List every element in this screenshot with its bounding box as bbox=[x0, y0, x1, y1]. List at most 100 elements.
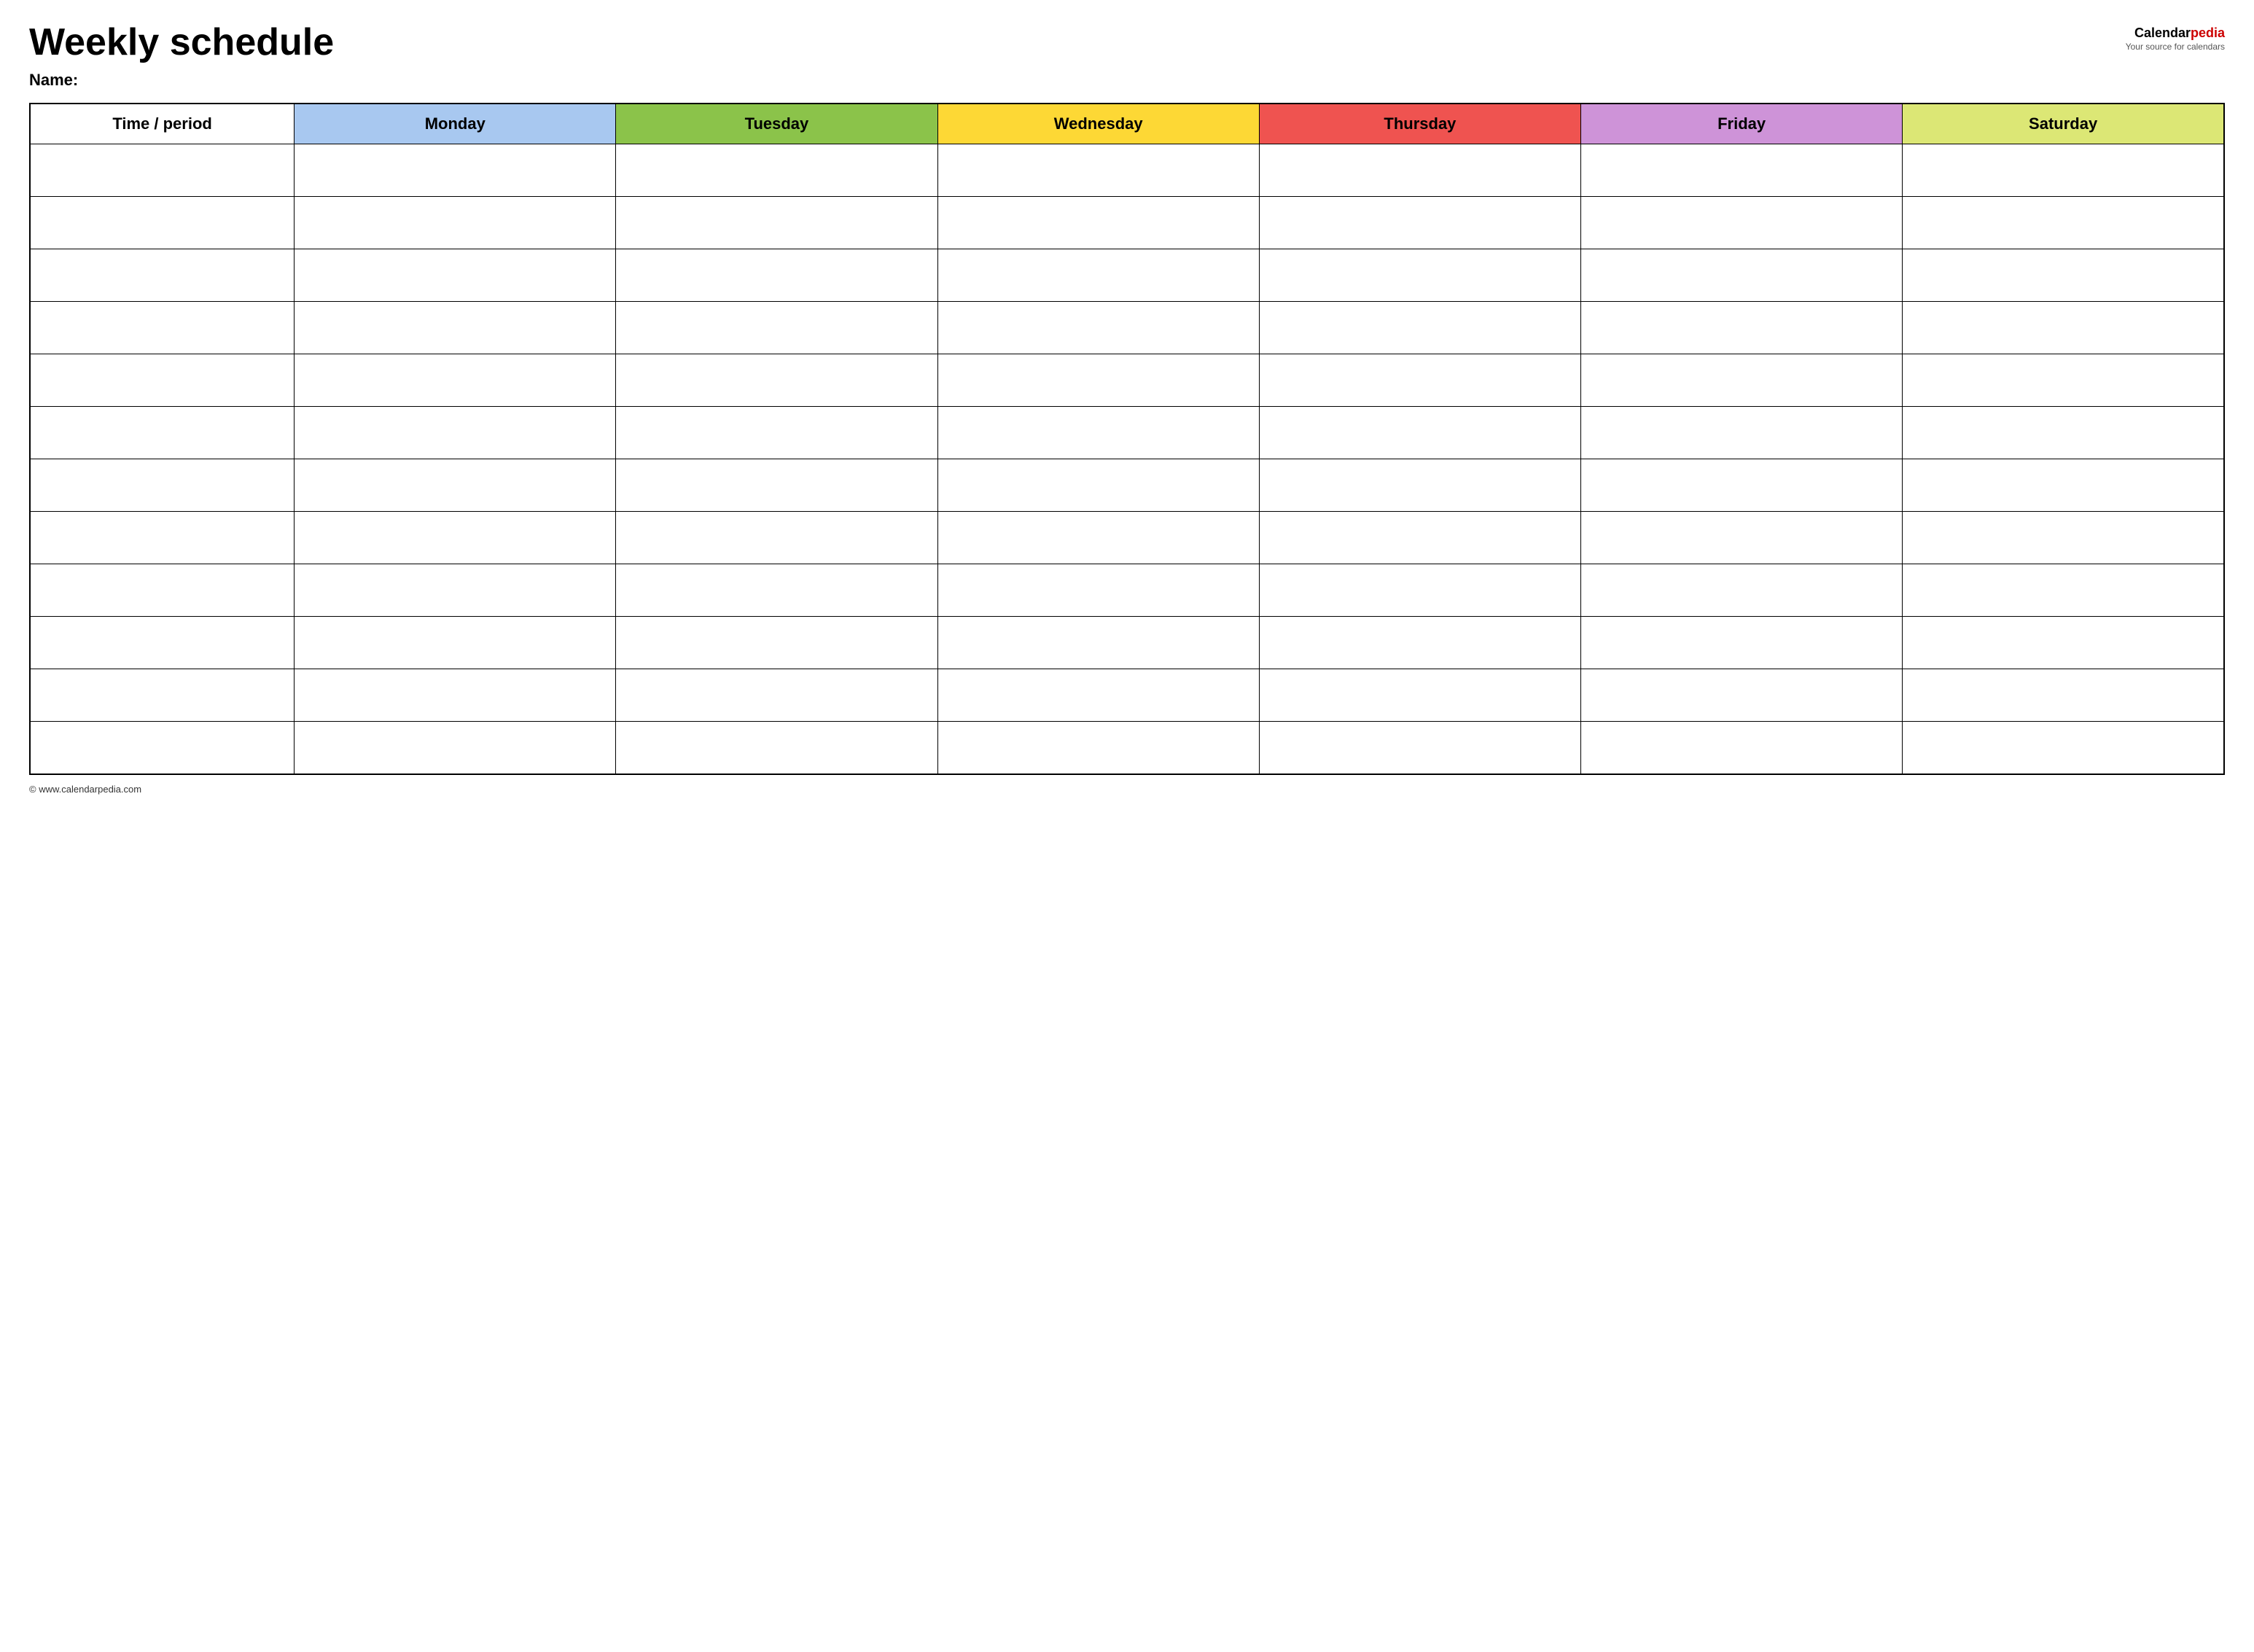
data-cell[interactable] bbox=[937, 722, 1259, 774]
data-cell[interactable] bbox=[1259, 617, 1580, 669]
data-cell[interactable] bbox=[937, 302, 1259, 354]
data-cell[interactable] bbox=[295, 512, 616, 564]
data-cell[interactable] bbox=[1259, 564, 1580, 617]
table-row bbox=[30, 564, 2224, 617]
data-cell[interactable] bbox=[937, 354, 1259, 407]
data-cell[interactable] bbox=[937, 197, 1259, 249]
table-row bbox=[30, 722, 2224, 774]
data-cell[interactable] bbox=[616, 564, 937, 617]
time-cell[interactable] bbox=[30, 459, 295, 512]
time-cell[interactable] bbox=[30, 197, 295, 249]
data-cell[interactable] bbox=[295, 197, 616, 249]
data-cell[interactable] bbox=[937, 617, 1259, 669]
data-cell[interactable] bbox=[1581, 564, 1903, 617]
logo-pedia-part: pedia bbox=[2191, 26, 2225, 40]
data-cell[interactable] bbox=[616, 249, 937, 302]
data-cell[interactable] bbox=[937, 144, 1259, 197]
time-cell[interactable] bbox=[30, 564, 295, 617]
data-cell[interactable] bbox=[1581, 249, 1903, 302]
data-cell[interactable] bbox=[1903, 669, 2224, 722]
time-cell[interactable] bbox=[30, 669, 295, 722]
data-cell[interactable] bbox=[1581, 407, 1903, 459]
page-title: Weekly schedule bbox=[29, 22, 334, 63]
data-cell[interactable] bbox=[1581, 302, 1903, 354]
data-cell[interactable] bbox=[1259, 354, 1580, 407]
time-cell[interactable] bbox=[30, 144, 295, 197]
table-row bbox=[30, 459, 2224, 512]
data-cell[interactable] bbox=[1581, 617, 1903, 669]
data-cell[interactable] bbox=[937, 249, 1259, 302]
col-header-wednesday: Wednesday bbox=[937, 104, 1259, 144]
data-cell[interactable] bbox=[1581, 722, 1903, 774]
data-cell[interactable] bbox=[937, 669, 1259, 722]
data-cell[interactable] bbox=[1581, 669, 1903, 722]
data-cell[interactable] bbox=[937, 407, 1259, 459]
data-cell[interactable] bbox=[937, 459, 1259, 512]
table-row bbox=[30, 512, 2224, 564]
footer-url: © www.calendarpedia.com bbox=[29, 784, 141, 795]
data-cell[interactable] bbox=[616, 722, 937, 774]
time-cell[interactable] bbox=[30, 512, 295, 564]
data-cell[interactable] bbox=[1903, 354, 2224, 407]
data-cell[interactable] bbox=[1903, 512, 2224, 564]
data-cell[interactable] bbox=[1259, 249, 1580, 302]
time-cell[interactable] bbox=[30, 617, 295, 669]
data-cell[interactable] bbox=[295, 249, 616, 302]
data-cell[interactable] bbox=[1903, 197, 2224, 249]
data-cell[interactable] bbox=[295, 617, 616, 669]
data-cell[interactable] bbox=[1903, 302, 2224, 354]
data-cell[interactable] bbox=[616, 144, 937, 197]
data-cell[interactable] bbox=[1259, 407, 1580, 459]
data-cell[interactable] bbox=[1259, 197, 1580, 249]
data-cell[interactable] bbox=[1581, 197, 1903, 249]
data-cell[interactable] bbox=[1903, 407, 2224, 459]
data-cell[interactable] bbox=[1581, 459, 1903, 512]
data-cell[interactable] bbox=[295, 564, 616, 617]
data-cell[interactable] bbox=[1259, 459, 1580, 512]
data-cell[interactable] bbox=[295, 407, 616, 459]
data-cell[interactable] bbox=[616, 669, 937, 722]
data-cell[interactable] bbox=[1259, 512, 1580, 564]
time-cell[interactable] bbox=[30, 722, 295, 774]
data-cell[interactable] bbox=[1259, 302, 1580, 354]
data-cell[interactable] bbox=[295, 722, 616, 774]
table-row bbox=[30, 617, 2224, 669]
logo-text: Calendarpedia bbox=[2126, 25, 2225, 42]
data-cell[interactable] bbox=[616, 354, 937, 407]
table-row bbox=[30, 407, 2224, 459]
data-cell[interactable] bbox=[616, 302, 937, 354]
data-cell[interactable] bbox=[616, 512, 937, 564]
col-header-saturday: Saturday bbox=[1903, 104, 2224, 144]
data-cell[interactable] bbox=[295, 459, 616, 512]
data-cell[interactable] bbox=[295, 669, 616, 722]
time-cell[interactable] bbox=[30, 407, 295, 459]
data-cell[interactable] bbox=[1259, 669, 1580, 722]
col-header-time: Time / period bbox=[30, 104, 295, 144]
data-cell[interactable] bbox=[1903, 144, 2224, 197]
data-cell[interactable] bbox=[616, 407, 937, 459]
data-cell[interactable] bbox=[1581, 512, 1903, 564]
data-cell[interactable] bbox=[295, 302, 616, 354]
table-row bbox=[30, 144, 2224, 197]
data-cell[interactable] bbox=[616, 197, 937, 249]
data-cell[interactable] bbox=[616, 617, 937, 669]
table-row bbox=[30, 354, 2224, 407]
time-cell[interactable] bbox=[30, 354, 295, 407]
data-cell[interactable] bbox=[1903, 617, 2224, 669]
data-cell[interactable] bbox=[1581, 354, 1903, 407]
data-cell[interactable] bbox=[1581, 144, 1903, 197]
footer: © www.calendarpedia.com bbox=[29, 784, 2225, 795]
data-cell[interactable] bbox=[1903, 249, 2224, 302]
data-cell[interactable] bbox=[1259, 144, 1580, 197]
data-cell[interactable] bbox=[937, 512, 1259, 564]
data-cell[interactable] bbox=[937, 564, 1259, 617]
data-cell[interactable] bbox=[295, 354, 616, 407]
data-cell[interactable] bbox=[295, 144, 616, 197]
time-cell[interactable] bbox=[30, 249, 295, 302]
data-cell[interactable] bbox=[1259, 722, 1580, 774]
data-cell[interactable] bbox=[1903, 459, 2224, 512]
data-cell[interactable] bbox=[1903, 564, 2224, 617]
time-cell[interactable] bbox=[30, 302, 295, 354]
data-cell[interactable] bbox=[616, 459, 937, 512]
data-cell[interactable] bbox=[1903, 722, 2224, 774]
